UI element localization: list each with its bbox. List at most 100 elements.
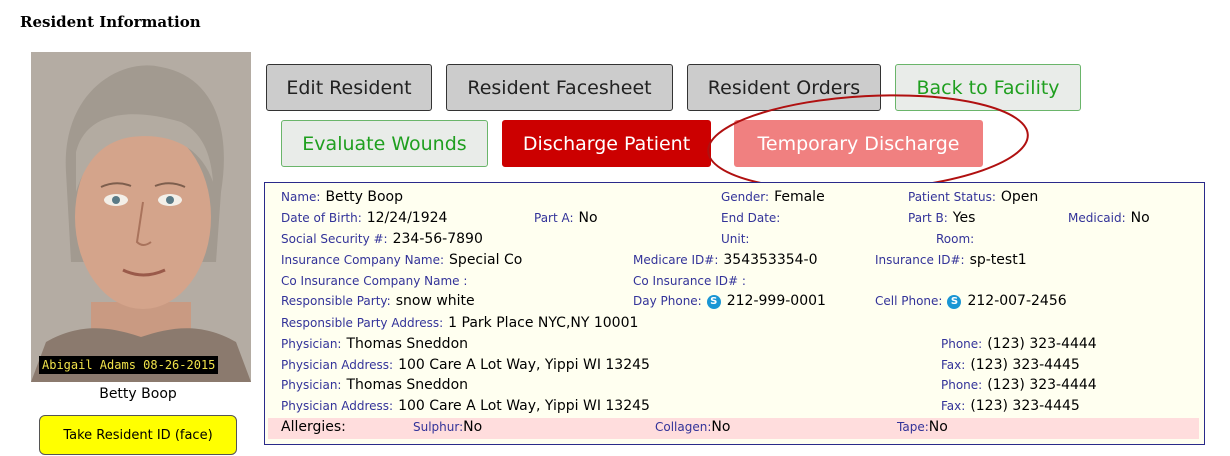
field-responsible-party: Responsible Party: snow white [281, 293, 475, 309]
collagen-label: Collagen: [655, 420, 712, 434]
allergy-sulphur: Sulphur:No [413, 419, 482, 435]
unit-label: Unit: [721, 232, 750, 246]
physician-phone-label: Phone: [941, 337, 983, 351]
physician-phone-value: (123) 323-4444 [987, 336, 1097, 352]
field-physician-address: Physician Address: 100 Care A Lot Way, Yi… [281, 357, 650, 373]
sulphur-label: Sulphur: [413, 420, 464, 434]
discharge-patient-button[interactable]: Discharge Patient [502, 120, 711, 167]
dob-label: Date of Birth: [281, 211, 362, 225]
room-label: Room: [936, 232, 975, 246]
field-dob: Date of Birth: 12/24/1924 [281, 210, 447, 226]
field-co-insurance-company: Co Insurance Company Name : [281, 273, 472, 289]
insurance-id-value: sp-test1 [969, 252, 1027, 268]
gender-label: Gender: [721, 190, 770, 204]
part-a-label: Part A: [534, 211, 574, 225]
field-part-a: Part A: No [534, 210, 598, 226]
field-physician-phone: Phone: (123) 323-4444 [941, 377, 1097, 393]
field-physician-address: Physician Address: 100 Care A Lot Way, Yi… [281, 398, 650, 414]
field-patient-status: Patient Status: Open [908, 189, 1038, 205]
cell-phone-label: Cell Phone: [875, 294, 943, 308]
edit-resident-button[interactable]: Edit Resident [266, 64, 432, 111]
physician-phone-value: (123) 323-4444 [987, 377, 1097, 393]
ssn-label: Social Security #: [281, 232, 388, 246]
physician-address-value: 100 Care A Lot Way, Yippi WI 13245 [398, 398, 650, 414]
physician-address-label: Physician Address: [281, 399, 394, 413]
field-part-b: Part B: Yes [908, 210, 975, 226]
field-name: Name: Betty Boop [281, 189, 403, 205]
field-physician-fax: Fax: (123) 323-4445 [941, 357, 1080, 373]
photo-caption: Betty Boop [99, 386, 177, 402]
co-insurance-id-label: Co Insurance ID# : [633, 274, 746, 288]
field-physician-name: Physician: Thomas Sneddon [281, 336, 468, 352]
collagen-value: No [711, 419, 731, 435]
dob-value: 12/24/1924 [366, 210, 448, 226]
allergy-tape: Tape:No [897, 419, 948, 435]
end-date-label: End Date: [721, 211, 781, 225]
medicaid-value: No [1130, 210, 1150, 226]
field-ssn: Social Security #: 234-56-7890 [281, 231, 483, 247]
medicare-id-value: 354353354-0 [723, 252, 818, 268]
day-phone-label: Day Phone: [633, 294, 702, 308]
field-medicaid: Medicaid: No [1068, 210, 1150, 226]
sulphur-value: No [463, 419, 483, 435]
skype-icon[interactable]: S [947, 295, 962, 309]
part-b-label: Part B: [908, 211, 948, 225]
allergies-label: Allergies: [281, 419, 346, 435]
patient-status-label: Patient Status: [908, 190, 996, 204]
physician-address-label: Physician Address: [281, 358, 394, 372]
rp-address-value: 1 Park Place NYC,NY 10001 [448, 315, 639, 331]
allergies-row: Allergies: Sulphur:No Collagen:No Tape:N… [268, 418, 1199, 439]
cell-phone-link[interactable]: 212-007-2456 [967, 293, 1066, 309]
field-insurance-company: Insurance Company Name: Special Co [281, 252, 522, 268]
take-resident-id-button[interactable]: Take Resident ID (face) [39, 415, 237, 455]
resident-photo [31, 52, 251, 382]
name-label: Name: [281, 190, 321, 204]
resident-facesheet-button[interactable]: Resident Facesheet [446, 64, 673, 111]
field-day-phone: Day Phone: S 212-999-0001 [633, 293, 826, 309]
co-insurance-company-label: Co Insurance Company Name : [281, 274, 468, 288]
physician-fax-label: Fax: [941, 358, 966, 372]
physician-fax-value: (123) 323-4445 [970, 357, 1080, 373]
medicare-id-label: Medicare ID#: [633, 253, 719, 267]
portrait-image [31, 52, 251, 382]
part-b-value: Yes [952, 210, 976, 226]
medicaid-label: Medicaid: [1068, 211, 1126, 225]
patient-status-value: Open [1000, 189, 1039, 205]
field-rp-address: Responsible Party Address: 1 Park Place N… [281, 315, 638, 331]
insurance-id-label: Insurance ID#: [875, 253, 965, 267]
field-unit: Unit: [721, 231, 754, 247]
gender-value: Female [774, 189, 825, 205]
field-medicare-id: Medicare ID#: 354353354-0 [633, 252, 818, 268]
physician-label: Physician: [281, 378, 342, 392]
ssn-value: 234-56-7890 [392, 231, 483, 247]
part-a-value: No [578, 210, 598, 226]
rp-address-label: Responsible Party Address: [281, 316, 444, 330]
field-end-date: End Date: [721, 210, 785, 226]
tape-value: No [928, 419, 948, 435]
skype-icon[interactable]: S [706, 295, 721, 309]
field-physician-phone: Phone: (123) 323-4444 [941, 336, 1097, 352]
page-title: Resident Information [20, 13, 201, 31]
field-insurance-id: Insurance ID#: sp-test1 [875, 252, 1027, 268]
field-gender: Gender: Female [721, 189, 825, 205]
evaluate-wounds-button[interactable]: Evaluate Wounds [281, 120, 488, 167]
photo-stamp: Abigail Adams 08-26-2015 [39, 356, 219, 374]
physician-phone-label: Phone: [941, 378, 983, 392]
insurance-company-value: Special Co [449, 252, 523, 268]
physician-address-value: 100 Care A Lot Way, Yippi WI 13245 [398, 357, 650, 373]
physician-value: Thomas Sneddon [346, 336, 469, 352]
field-co-insurance-id: Co Insurance ID# : [633, 273, 751, 289]
field-physician-name: Physician: Thomas Sneddon [281, 377, 468, 393]
name-value: Betty Boop [325, 189, 404, 205]
allergy-collagen: Collagen:No [655, 419, 730, 435]
physician-label: Physician: [281, 337, 342, 351]
field-room: Room: [936, 231, 979, 247]
insurance-company-label: Insurance Company Name: [281, 253, 445, 267]
physician-fax-label: Fax: [941, 399, 966, 413]
tape-label: Tape: [897, 420, 929, 434]
day-phone-link[interactable]: 212-999-0001 [727, 293, 826, 309]
field-physician-fax: Fax: (123) 323-4445 [941, 398, 1080, 414]
field-cell-phone: Cell Phone: S 212-007-2456 [875, 293, 1067, 309]
responsible-party-label: Responsible Party: [281, 294, 391, 308]
physician-value: Thomas Sneddon [346, 377, 469, 393]
